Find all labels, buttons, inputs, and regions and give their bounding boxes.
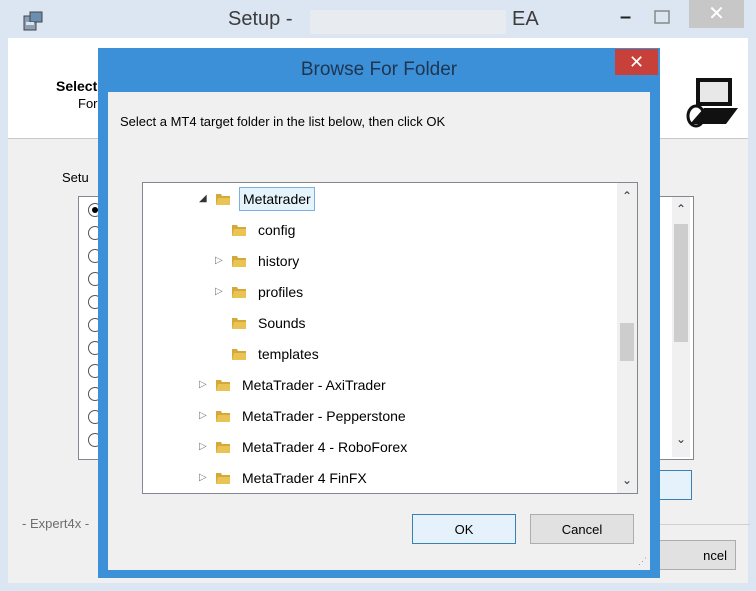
tree-scroll-thumb[interactable]	[620, 323, 634, 361]
scroll-down-icon[interactable]: ⌄	[676, 432, 686, 446]
brand-text: - Expert4x -	[22, 516, 90, 531]
folder-icon	[216, 411, 230, 422]
folder-icon	[216, 442, 230, 453]
tree-item-label: profiles	[258, 284, 304, 300]
tree-item-label: Metatrader	[239, 187, 315, 211]
tree-item-label: templates	[258, 346, 319, 362]
browse-for-folder-dialog: Browse For Folder ✕ Select a MT4 target …	[98, 48, 660, 578]
folder-icon	[216, 194, 230, 205]
tree-item-label: history	[258, 253, 300, 269]
setup-header-title: Select	[56, 78, 98, 94]
redacted-title-block	[310, 10, 506, 34]
folder-icon	[216, 380, 230, 391]
maximize-button[interactable]	[652, 6, 674, 28]
scroll-up-icon[interactable]: ⌃	[676, 202, 686, 216]
collapsed-triangle-icon[interactable]: ▷	[199, 435, 211, 459]
collapsed-triangle-icon[interactable]: ▷	[199, 466, 211, 490]
cancel-button[interactable]: Cancel	[530, 514, 634, 544]
folder-icon	[232, 287, 246, 298]
tree-item-label: MetaTrader 4 - RoboForex	[242, 439, 408, 455]
minimize-button[interactable]: –	[620, 7, 638, 28]
dialog-title: Browse For Folder	[300, 59, 458, 80]
resize-grip-icon[interactable]: ⋰	[638, 556, 648, 566]
setup-close-button[interactable]: ✕	[689, 0, 744, 28]
folder-icon	[216, 473, 230, 484]
installer-icon	[23, 11, 43, 31]
folder-icon	[232, 256, 246, 267]
scroll-down-icon[interactable]: ⌄	[622, 473, 632, 487]
tree-scrollbar[interactable]: ⌃ ⌄	[617, 183, 637, 493]
folder-tree[interactable]: ⌃ ⌄ ◢ Metatrader config ▷ history ▷ profiles So…	[142, 182, 638, 494]
dialog-prompt: Select a MT4 target folder in the list b…	[120, 114, 446, 129]
tree-item-label: MetaTrader - AxiTrader	[242, 377, 386, 393]
collapsed-triangle-icon[interactable]: ▷	[215, 249, 227, 273]
expanded-triangle-icon[interactable]: ◢	[199, 187, 211, 211]
setup-title-prefix: Setup -	[228, 8, 293, 30]
dialog-close-button[interactable]: ✕	[615, 49, 658, 75]
setup-group-label: Setu	[62, 170, 89, 185]
computer-logo-icon	[684, 72, 742, 128]
ok-button[interactable]: OK	[412, 514, 516, 544]
collapsed-triangle-icon[interactable]: ▷	[215, 280, 227, 304]
setup-title-suffix: EA	[512, 8, 539, 30]
tree-item-label: MetaTrader 4 FinFX	[242, 470, 367, 486]
tree-item-label: Sounds	[258, 315, 306, 331]
folder-icon	[232, 349, 246, 360]
folder-icon	[232, 225, 246, 236]
scroll-up-icon[interactable]: ⌃	[622, 189, 632, 203]
setup-cancel-button[interactable]: ncel	[658, 540, 736, 570]
folder-icon	[232, 318, 246, 329]
tree-item-label: MetaTrader - Pepperstone	[242, 408, 406, 424]
option-list-scroll-thumb[interactable]	[674, 224, 688, 342]
tree-item-label: config	[258, 222, 296, 238]
collapsed-triangle-icon[interactable]: ▷	[199, 373, 211, 397]
collapsed-triangle-icon[interactable]: ▷	[199, 404, 211, 428]
